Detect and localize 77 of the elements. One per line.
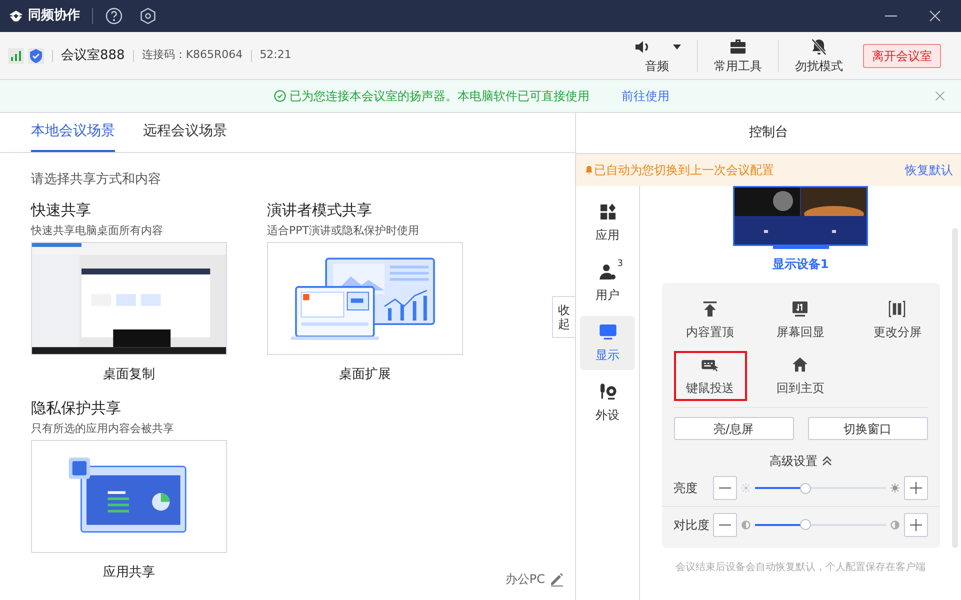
caret-icon[interactable] xyxy=(673,44,681,50)
slider-label: 对比度 xyxy=(674,516,710,534)
option-description: 只有所选的应用内容会被共享 xyxy=(31,421,175,437)
console-nav-item[interactable]: 外设 xyxy=(580,376,635,430)
option-caption: 桌面扩展 xyxy=(338,366,392,384)
display-action-button[interactable]: 内容置顶 xyxy=(674,295,746,345)
connection-code: 连接码：K865R064 xyxy=(142,47,243,64)
slider-track[interactable] xyxy=(754,519,886,530)
display-action-button[interactable]: 屏幕回显 xyxy=(764,295,837,345)
option-caption: 应用共享 xyxy=(102,564,156,582)
option-title: 快速共享 xyxy=(31,200,92,220)
edit-icon[interactable] xyxy=(549,571,565,587)
scene-tab[interactable]: 远程会议场景 xyxy=(143,112,227,152)
shield-icon xyxy=(28,48,44,64)
console-title: 控制台 xyxy=(749,124,788,142)
signal-icon xyxy=(8,48,24,64)
console-nav-item[interactable]: 用户 3 xyxy=(580,256,635,310)
meeting-timer: 52:21 xyxy=(260,47,292,64)
option-caption: 桌面复制 xyxy=(102,366,156,384)
display-action-button[interactable]: 键鼠投送 xyxy=(674,351,746,401)
sun-icon xyxy=(890,483,900,493)
split-screen-icon xyxy=(887,299,908,319)
notice-text: 已为您连接本会议室的扬声器。本电脑软件已可直接使用 xyxy=(290,88,590,105)
leave-room-button[interactable]: 离开会议室 xyxy=(863,44,941,68)
slider-label: 亮度 xyxy=(674,480,698,497)
collapse-tab[interactable]: 收起 xyxy=(552,296,575,338)
plus-icon xyxy=(910,518,922,530)
bell-icon xyxy=(584,165,594,175)
toolbar-button[interactable]: 常用工具 xyxy=(706,36,770,74)
screen-action-button[interactable]: 切换窗口 xyxy=(808,417,928,440)
display-action-button[interactable]: 更改分屏 xyxy=(867,295,928,345)
muted-bell-icon xyxy=(809,36,829,56)
option-description: 快速共享电脑桌面所有内容 xyxy=(31,222,164,238)
help-icon[interactable] xyxy=(105,7,123,25)
screen-arrows-icon xyxy=(790,299,810,319)
check-circle-icon xyxy=(274,90,286,102)
room-name: 会议室888 xyxy=(61,46,125,65)
display-action-button[interactable]: 回到主页 xyxy=(764,351,837,401)
chevron-up-icon xyxy=(822,456,832,466)
increase-button[interactable] xyxy=(904,512,928,536)
sun-icon xyxy=(740,483,750,493)
option-description: 适合PPT演讲或隐私保护时使用 xyxy=(267,222,420,238)
decrease-button[interactable] xyxy=(712,476,736,500)
slider-thumb[interactable] xyxy=(800,482,812,494)
alert-text: 已自动为您切换到上一次会议配置 xyxy=(594,162,775,179)
monitor-icon xyxy=(598,322,618,342)
slider-track[interactable] xyxy=(754,482,886,494)
console-nav-item[interactable]: 应用 xyxy=(580,196,635,250)
option-title: 演讲者模式共享 xyxy=(267,200,373,220)
contrast-icon xyxy=(890,520,900,530)
footer-note: 会议结束后设备会自动恢复默认，个人配置保存在客户端 xyxy=(676,560,926,575)
decrease-button[interactable] xyxy=(712,512,736,536)
toolbar-button[interactable]: 音频 xyxy=(625,36,689,74)
restore-default-link[interactable]: 恢复默认 xyxy=(905,161,953,179)
screen-action-button[interactable]: 亮/息屏 xyxy=(674,417,794,440)
device-name: 办公PC xyxy=(505,571,545,588)
prompt-text: 请选择共享方式和内容 xyxy=(31,171,162,189)
slider-thumb[interactable] xyxy=(800,519,812,530)
advanced-settings-toggle[interactable]: 高级设置 xyxy=(770,452,832,470)
scrollbar[interactable] xyxy=(952,228,958,548)
toolbar-button[interactable]: 勿扰模式 xyxy=(787,36,851,74)
plus-icon xyxy=(910,482,922,494)
contrast-icon xyxy=(740,520,750,530)
toolbox-icon xyxy=(728,36,748,56)
app-name: 同频协作 xyxy=(28,7,80,26)
increase-button[interactable] xyxy=(904,476,928,500)
grid-icon xyxy=(598,202,618,222)
user-icon xyxy=(598,262,618,282)
go-use-link[interactable]: 前往使用 xyxy=(622,87,670,105)
option-title: 隐私保护共享 xyxy=(31,398,122,418)
close-icon[interactable] xyxy=(929,10,941,22)
display-device-name[interactable]: 显示设备1 xyxy=(772,255,829,273)
settings-icon[interactable] xyxy=(139,7,157,25)
console-nav-item[interactable]: 显示 xyxy=(580,316,635,370)
scene-tab[interactable]: 本地会议场景 xyxy=(31,112,115,152)
user-count: 3 xyxy=(617,258,623,271)
logo-icon xyxy=(8,8,24,24)
